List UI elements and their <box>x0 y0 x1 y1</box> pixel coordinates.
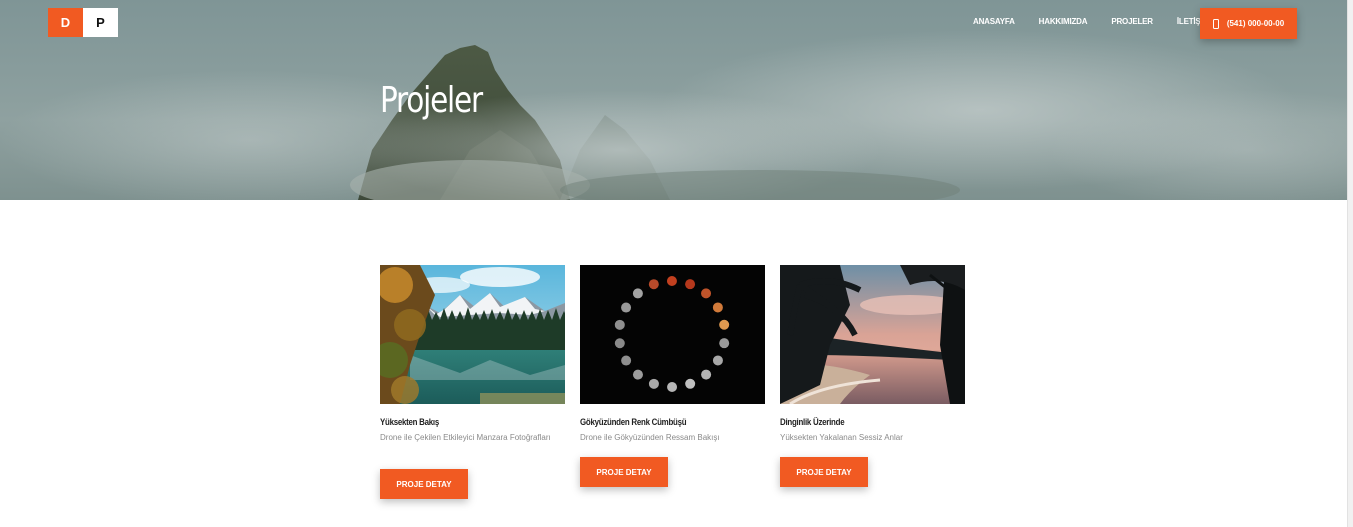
moon-phase <box>719 319 730 330</box>
project-detail-button[interactable]: PROJE DETAY <box>580 457 668 487</box>
project-title: Gökyüzünden Renk Cümbüşü <box>580 417 687 427</box>
project-image-lake-mountains[interactable] <box>380 265 565 404</box>
moon-phase <box>666 276 677 287</box>
project-image-palm-beach[interactable] <box>780 265 965 404</box>
moon-phase <box>667 381 678 392</box>
logo[interactable]: D P <box>48 8 118 37</box>
nav-item-hakkimizda[interactable]: HAKKIMIZDA <box>1039 17 1088 26</box>
project-card-3: Dinginlik Üzerinde Yüksekten Yakalanan S… <box>780 265 965 487</box>
nav-item-anasayfa[interactable]: ANASAYFA <box>973 17 1015 26</box>
phone-button[interactable]: (541) 000-00-00 <box>1200 8 1297 39</box>
moon-phase <box>719 338 730 349</box>
moon-phase <box>712 355 723 366</box>
project-title: Dinginlik Üzerinde <box>780 417 845 427</box>
moon-phase <box>614 338 625 349</box>
project-card-2: Gökyüzünden Renk Cümbüşü Drone ile Gökyü… <box>580 265 765 487</box>
nav-item-projeler[interactable]: PROJELER <box>1111 17 1153 26</box>
moon-phase <box>632 369 643 380</box>
moon-phase <box>632 288 643 299</box>
project-description: Yüksekten Yakalanan Sessiz Anlar <box>780 433 903 442</box>
moon-phase <box>701 288 712 299</box>
phone-number: (541) 000-00-00 <box>1226 19 1285 28</box>
project-description: Drone ile Gökyüzünden Ressam Bakışı <box>580 433 720 442</box>
page-scrollbar[interactable] <box>1347 0 1353 527</box>
moon-phase <box>648 378 659 389</box>
moon-phase <box>685 279 696 290</box>
palm-beach-image <box>780 265 965 404</box>
main-navigation: ANASAYFA HAKKIMIZDA PROJELER İLETİŞİM <box>973 17 1233 26</box>
moon-phase <box>614 319 625 330</box>
phone-icon <box>1212 18 1219 29</box>
project-image-eclipse[interactable] <box>580 265 765 404</box>
logo-letter-p: P <box>83 8 118 37</box>
hero-banner: D P ANASAYFA HAKKIMIZDA PROJELER İLETİŞİ… <box>0 0 1347 200</box>
project-description: Drone ile Çekilen Etkileyici Manzara Fot… <box>380 433 551 442</box>
project-detail-button[interactable]: PROJE DETAY <box>780 457 868 487</box>
moon-phase <box>685 378 696 389</box>
project-detail-button[interactable]: PROJE DETAY <box>380 469 468 499</box>
moon-phase <box>701 369 712 380</box>
logo-letter-d: D <box>48 8 83 37</box>
moon-phase <box>648 279 659 290</box>
project-card-1: Yüksekten Bakış Drone ile Çekilen Etkile… <box>380 265 565 499</box>
moon-phase <box>621 355 632 366</box>
project-title: Yüksekten Bakış <box>380 417 440 427</box>
hero-background-image <box>0 30 1347 200</box>
lake-mountains-image <box>380 265 565 404</box>
moon-phase <box>712 302 723 313</box>
page-title: Projeler <box>380 80 483 121</box>
moon-phase <box>621 302 632 313</box>
lunar-eclipse-image <box>580 265 765 404</box>
